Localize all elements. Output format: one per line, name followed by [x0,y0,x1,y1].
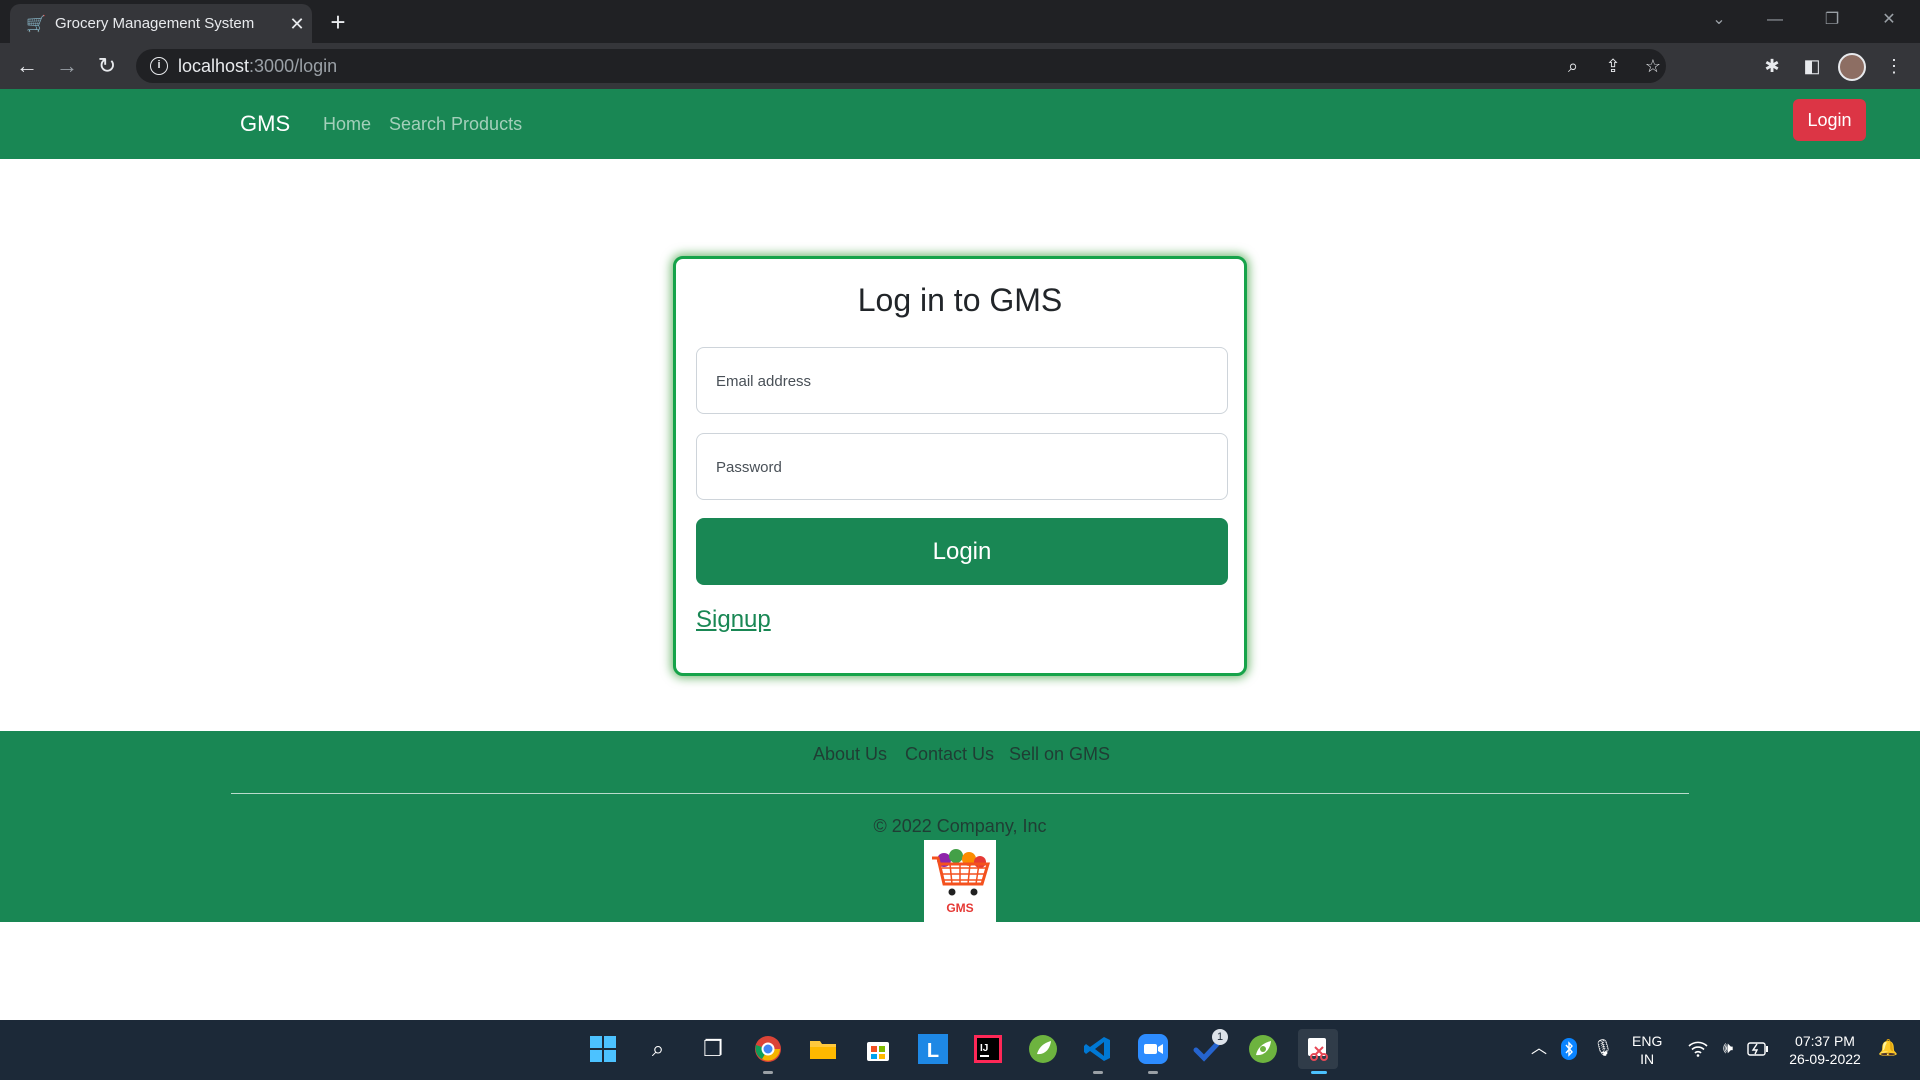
footer-contact-us-link[interactable]: Contact Us [905,743,994,765]
file-explorer-icon[interactable] [803,1029,843,1069]
volume-icon[interactable]: 🕪 [1716,1037,1740,1061]
email-label: Email address [716,373,812,390]
bluetooth-icon[interactable] [1557,1037,1581,1061]
minimize-icon[interactable]: — [1763,8,1787,32]
snipping-tool-active-indicator [1311,1071,1327,1074]
password-label: Password [716,459,782,476]
password-field[interactable]: Password [696,433,1228,500]
app-navbar: GMS Home Search Products Login [0,89,1920,159]
brand-link[interactable]: GMS [240,111,290,137]
show-hidden-icons-chevron[interactable]: ︿ [1527,1037,1551,1061]
notification-bell-icon[interactable]: 🔔 [1876,1037,1900,1061]
browser-tab-bar: 🛒 Grocery Management System ✕ + ⌄ — ❐ ✕ [0,0,1920,43]
new-tab-button[interactable]: + [324,8,352,36]
menu-dots-icon[interactable]: ⋮ [1880,52,1908,80]
chrome-running-indicator [763,1071,773,1074]
zoom-running-indicator [1148,1071,1158,1074]
snipping-tool-icon[interactable] [1298,1029,1338,1069]
zoom-icon[interactable]: ⌕ [1560,53,1586,79]
nav-home-link[interactable]: Home [323,113,371,135]
browser-tab[interactable]: 🛒 Grocery Management System ✕ [10,4,312,43]
task-view-icon[interactable]: ❐ [693,1029,733,1069]
app-l-icon[interactable]: L [913,1029,953,1069]
svg-text:GMS: GMS [946,901,973,915]
svg-text:IJ: IJ [980,1043,988,1054]
extensions-icon[interactable]: ✱ [1758,52,1786,80]
todo-badge: 1 [1212,1029,1228,1045]
nav-search-products-link[interactable]: Search Products [389,113,522,135]
cart-icon: 🛒 [26,16,46,33]
copyright-text: © 2022 Company, Inc [873,816,1047,836]
wifi-icon[interactable] [1686,1037,1710,1061]
svg-text:L: L [927,1040,939,1062]
page-footer: About Us Contact Us Sell on GMS © 2022 C… [0,731,1920,922]
close-tab-icon[interactable]: ✕ [286,13,308,35]
search-icon[interactable]: ⌕ [638,1029,678,1069]
login-card: Log in to GMS Email address Password Log… [673,256,1247,676]
site-info-icon[interactable]: i [150,57,168,75]
profile-avatar[interactable] [1838,53,1866,81]
close-window-icon[interactable]: ✕ [1877,8,1901,32]
tab-search-icon[interactable]: ⌄ [1707,8,1731,32]
zoom-icon[interactable] [1133,1029,1173,1069]
footer-about-us-link[interactable]: About Us [813,743,887,765]
vs-code-icon[interactable] [1078,1029,1118,1069]
todo-icon[interactable]: 1 [1188,1029,1228,1069]
reload-icon[interactable]: ↻ [93,52,121,80]
share-icon[interactable]: ⇪ [1600,53,1626,79]
email-field[interactable]: Email address [696,347,1228,414]
gms-logo: GMS [924,840,996,922]
signup-link[interactable]: Signup [696,606,771,634]
microsoft-store-icon[interactable] [858,1029,898,1069]
back-icon[interactable]: ← [13,52,41,80]
footer-divider [231,793,1689,794]
spring-tools-icon[interactable] [1023,1029,1063,1069]
browser-toolbar: ← → ↻ i localhost:3000/login ⌕ ⇪ ☆ ✱ ◧ ⋮ [0,43,1920,89]
language-indicator[interactable]: ENG IN [1632,1032,1662,1068]
login-title: Log in to GMS [857,282,1063,318]
battery-icon[interactable] [1746,1037,1770,1061]
tab-title: Grocery Management System [55,15,255,32]
login-submit-button[interactable]: Login [696,518,1228,585]
forward-icon[interactable]: → [53,52,81,80]
vs-code-running-indicator [1093,1071,1103,1074]
grocery-cart-logo-icon: GMS [932,849,991,915]
chrome-icon[interactable] [748,1029,788,1069]
clock[interactable]: 07:37 PM 26-09-2022 [1783,1032,1867,1068]
windows-taskbar: ⌕ ❐ L IJ 1 ︿ 🎙 ENG IN 🕪 07:37 PM 26-09-2… [0,1020,1920,1080]
windows-start-icon[interactable] [583,1029,623,1069]
url-text[interactable]: localhost:3000/login [178,56,337,76]
footer-sell-on-gms-link[interactable]: Sell on GMS [1009,743,1110,765]
bookmark-star-icon[interactable]: ☆ [1640,53,1666,79]
intellij-idea-icon[interactable]: IJ [968,1029,1008,1069]
navbar-login-button[interactable]: Login [1793,99,1866,141]
restore-icon[interactable]: ❐ [1820,8,1844,32]
address-bar[interactable]: i localhost:3000/login ⌕ ⇪ ☆ [136,49,1666,83]
side-panel-icon[interactable]: ◧ [1798,52,1826,80]
spring-boot-icon[interactable] [1243,1029,1283,1069]
microphone-icon[interactable]: 🎙 [1591,1037,1615,1061]
